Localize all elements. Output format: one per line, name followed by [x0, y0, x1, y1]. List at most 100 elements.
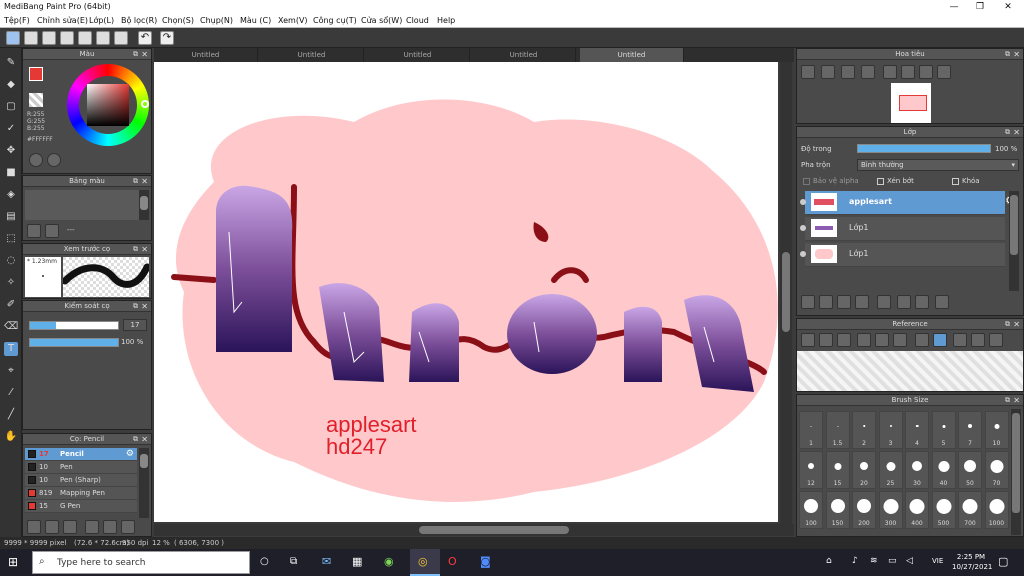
expand-icon[interactable]: ⧉	[1005, 49, 1010, 60]
color-wheel-mode-icon[interactable]	[29, 153, 43, 167]
close-icon[interactable]: ✕	[141, 49, 148, 60]
gear-icon[interactable]: ⚙	[126, 448, 134, 461]
tab-untitled-5[interactable]: Untitled	[580, 48, 684, 62]
folder-icon[interactable]	[877, 295, 891, 309]
expand-icon[interactable]: ⧉	[133, 49, 138, 60]
reference-view[interactable]	[797, 351, 1023, 391]
close-icon[interactable]: ✕	[1013, 49, 1020, 60]
expand-icon[interactable]: ⧉	[1005, 127, 1010, 138]
close-icon[interactable]: ✕	[141, 244, 148, 255]
brush-size-cell[interactable]: 1	[799, 411, 823, 449]
brush-size-cell[interactable]: 100	[799, 491, 823, 529]
lasso-tool-icon[interactable]: ◌	[4, 254, 18, 268]
bucket-tool-icon[interactable]: ◈	[4, 188, 18, 202]
brush-size-cell[interactable]: 150	[825, 491, 850, 529]
expand-icon[interactable]: ⧉	[1005, 395, 1010, 406]
reference-open-icon[interactable]	[801, 333, 815, 347]
move-tool-icon[interactable]: ✥	[4, 144, 18, 158]
cloud-icon[interactable]	[6, 31, 20, 45]
chat-icon[interactable]	[60, 31, 74, 45]
tab-untitled-4[interactable]: Untitled	[472, 48, 576, 62]
battery-icon[interactable]: ▭	[888, 556, 897, 566]
menu-select[interactable]: Chọn(S)	[162, 16, 194, 25]
menu-tools[interactable]: Công cụ(T)	[313, 16, 357, 25]
saturation-square[interactable]	[87, 84, 129, 126]
tab-untitled-3[interactable]: Untitled	[366, 48, 470, 62]
select-tool-icon[interactable]: ⬚	[4, 232, 18, 246]
volume-icon[interactable]: ◁	[906, 556, 913, 566]
close-icon[interactable]: ✕	[1013, 127, 1020, 138]
reference-close-icon[interactable]	[837, 333, 851, 347]
brush-item-pencil[interactable]: 17 Pencil ⚙	[25, 448, 137, 461]
brush-list-scrollbar[interactable]	[139, 448, 149, 518]
new-1bit-layer-icon[interactable]	[837, 295, 851, 309]
brush-size-cell[interactable]: 1.5	[825, 411, 850, 449]
brush-size-cell[interactable]: 15	[825, 451, 850, 489]
operation-tool-icon[interactable]: ⌖	[4, 364, 18, 378]
hand-tool-icon[interactable]: ✋	[4, 430, 18, 444]
layer-opacity-slider[interactable]	[857, 144, 991, 153]
hand-icon[interactable]	[933, 333, 947, 347]
magic-wand-icon[interactable]: ✧	[4, 276, 18, 290]
color-picker-icon[interactable]	[47, 153, 61, 167]
brush-size-cell[interactable]: 12	[799, 451, 823, 489]
palette-scrollbar[interactable]	[139, 190, 149, 220]
transparent-swatch[interactable]	[29, 93, 43, 107]
hue-handle[interactable]	[141, 100, 149, 108]
divide-tool-icon[interactable]: ╱	[4, 408, 18, 422]
eyedropper-icon[interactable]	[915, 333, 929, 347]
mic-icon[interactable]: ♪	[852, 556, 858, 566]
reset-icon[interactable]	[989, 333, 1003, 347]
close-icon[interactable]: ✕	[1013, 395, 1020, 406]
comment-icon[interactable]	[42, 31, 56, 45]
folder-icon[interactable]	[103, 520, 117, 534]
text-tool-icon[interactable]: T	[4, 342, 18, 356]
brush-size-cell[interactable]: 50	[958, 451, 982, 489]
eye-icon[interactable]	[800, 199, 806, 205]
search-box[interactable]: ⌕ Type here to search	[32, 551, 250, 574]
eraser-tool-icon[interactable]: ◆	[4, 78, 18, 92]
brush-opacity-slider[interactable]	[29, 338, 119, 347]
close-icon[interactable]: ✕	[141, 434, 148, 445]
menu-file[interactable]: Tệp(F)	[4, 16, 30, 25]
duplicate-icon[interactable]	[121, 520, 135, 534]
zoom-in-icon[interactable]	[857, 333, 871, 347]
opera-icon[interactable]: O	[448, 555, 457, 568]
menu-layer[interactable]: Lớp(L)	[89, 16, 114, 25]
task-view-icon[interactable]: ⧉	[290, 556, 297, 567]
canvas[interactable]: applesart hd247	[154, 62, 778, 522]
fit-icon[interactable]	[893, 333, 907, 347]
new-8bit-layer-icon[interactable]	[819, 295, 833, 309]
clock[interactable]: 2:25 PM 10/27/2021	[952, 552, 992, 572]
layer-row-lop1-a[interactable]: Lớp1	[800, 217, 1005, 241]
expand-icon[interactable]: ⧉	[133, 176, 138, 187]
clipping-checkbox[interactable]	[877, 178, 884, 185]
brush-size-cell[interactable]: 4	[905, 411, 929, 449]
layers-scrollbar[interactable]	[1009, 191, 1019, 291]
actual-size-icon[interactable]	[861, 65, 875, 79]
language-indicator[interactable]: VIE	[932, 557, 943, 565]
palette-swatches[interactable]	[25, 190, 139, 220]
fit-icon[interactable]	[841, 65, 855, 79]
brush-size-cell[interactable]: 1000	[984, 491, 1009, 529]
add-brush-icon[interactable]	[27, 520, 41, 534]
maximize-button[interactable]: ❐	[966, 0, 994, 14]
upload-icon[interactable]	[24, 31, 38, 45]
tab-untitled-1[interactable]: Untitled	[154, 48, 258, 62]
expand-icon[interactable]: ⧉	[1005, 319, 1010, 330]
brush-size-value[interactable]: 17	[123, 319, 147, 331]
close-icon[interactable]: ✕	[141, 301, 148, 312]
brush-size-cell[interactable]: 10	[984, 411, 1009, 449]
eyedropper-icon[interactable]: ⁄	[4, 386, 18, 400]
rotate-left-icon[interactable]	[953, 333, 967, 347]
rectangle-tool-icon[interactable]: ▢	[4, 100, 18, 114]
new-brush-icon[interactable]	[45, 520, 59, 534]
app-icon[interactable]: ◉	[384, 555, 394, 568]
panel-icon[interactable]	[114, 31, 128, 45]
navigator-thumbnail[interactable]	[891, 83, 931, 123]
minimize-button[interactable]: —	[940, 0, 968, 14]
brush-size-cell[interactable]: 2	[852, 411, 876, 449]
delete-layer-icon[interactable]	[935, 295, 949, 309]
copy-brush-icon[interactable]	[63, 520, 77, 534]
select-pen-icon[interactable]: ✐	[4, 298, 18, 312]
